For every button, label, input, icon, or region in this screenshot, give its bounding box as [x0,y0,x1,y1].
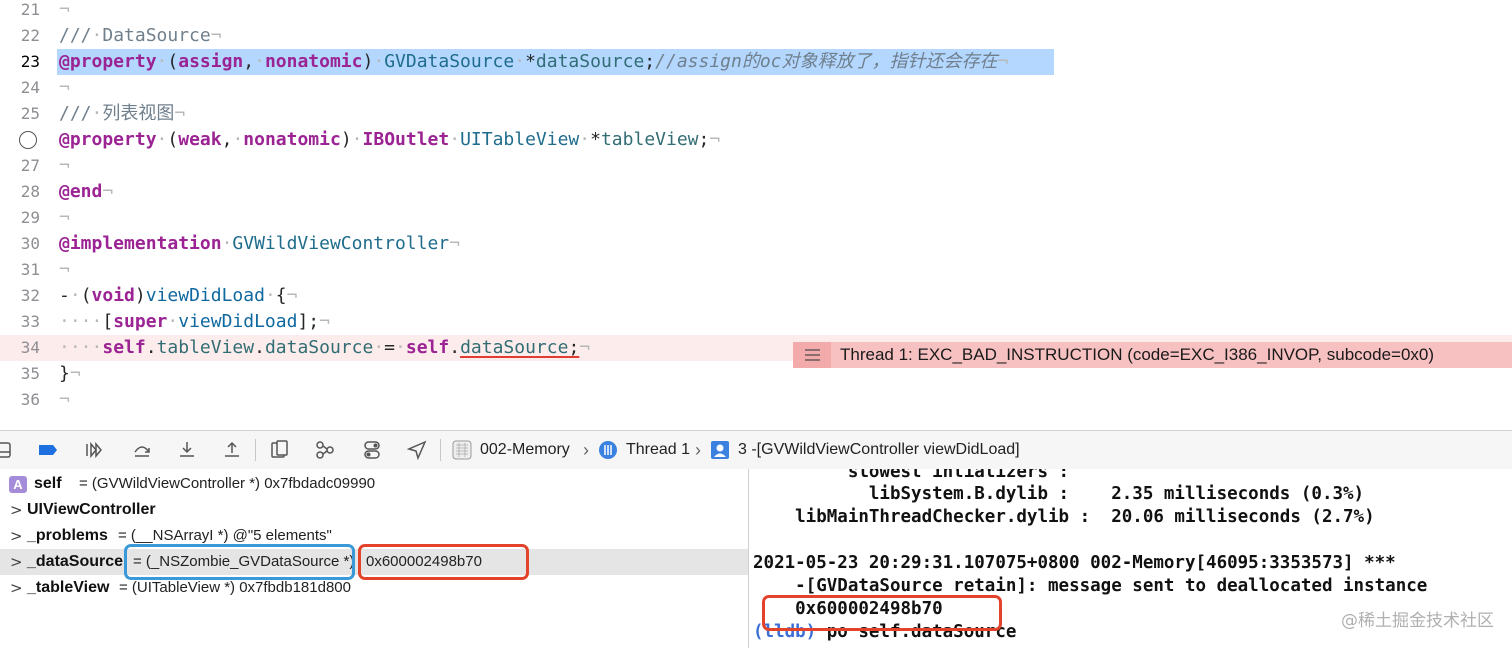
step-into-icon[interactable] [177,440,197,460]
code-text: ¬ [59,155,70,176]
code-line[interactable]: 23 @property·(assign,·nonatomic)·GVDataSo… [0,49,1512,75]
scheme-app-icon [452,440,472,460]
stack-frame-name[interactable]: 3 -[GVWildViewController viewDidLoad] [738,431,1020,469]
hide-panel-icon[interactable] [0,440,14,460]
annotation-red-box [762,595,1002,631]
breakpoint-toggle-icon[interactable] [38,440,58,460]
code-line[interactable]: 22 ///·DataSource¬ [0,23,1512,49]
variable-value: = (UITableView *) 0x7fbdb181d800 [119,579,351,596]
code-text: ¬ [59,0,70,20]
code-text: ¬ [59,77,70,98]
step-over-icon[interactable] [132,440,152,460]
code-text: @implementation·GVWildViewController¬ [59,233,460,254]
variables-view[interactable]: A self = (GVWildViewController *) 0x7fbd… [0,469,748,648]
disclosure-chevron-icon[interactable]: > [10,523,23,549]
variable-name: _dataSource [27,553,124,570]
toolbar-separator [255,439,256,461]
breadcrumb-chevron-icon: › [583,440,589,460]
line-number[interactable]: 24 [0,75,40,101]
line-number[interactable]: 30 [0,231,40,257]
line-number[interactable]: 29 [0,205,40,231]
error-annotation[interactable]: Thread 1: EXC_BAD_INSTRUCTION (code=EXC_… [793,342,1512,368]
line-number[interactable]: 32 [0,283,40,309]
code-text: ///·DataSource¬ [59,25,222,46]
disclosure-chevron-icon[interactable]: > [10,549,23,575]
line-number[interactable]: 33 [0,309,40,335]
variable-row-self[interactable]: A self = (GVWildViewController *) 0x7fbd… [0,471,748,497]
outlet-connection-icon[interactable] [19,131,37,149]
code-line[interactable]: 27 ¬ [0,153,1512,179]
line-number[interactable]: 21 [0,0,40,23]
console-line: libMainThreadChecker.dylib : 20.06 milli… [753,507,1375,527]
variable-row-tableview[interactable]: > _tableView = (UITableView *) 0x7fbdb18… [0,575,748,601]
error-message: Thread 1: EXC_BAD_INSTRUCTION (code=EXC_… [840,345,1435,364]
code-line[interactable]: 32 -·(void)viewDidLoad·{¬ [0,283,1512,309]
code-line[interactable]: @property·(weak,·nonatomic)·IBOutlet·UIT… [0,127,1512,153]
code-text: ¬ [59,207,70,228]
memory-graph-icon[interactable] [315,440,335,460]
code-text: -·(void)viewDidLoad·{¬ [59,285,298,306]
watermark: @稀土掘金技术社区 [1341,611,1494,631]
step-out-icon[interactable] [222,440,242,460]
console-line: slowest intializers : [753,469,1070,482]
code-line[interactable]: 25 ///·列表视图¬ [0,101,1512,127]
scheme-name[interactable]: 002-Memory [480,431,570,469]
disclosure-chevron-icon[interactable]: > [10,575,23,601]
error-list-icon[interactable] [793,342,831,368]
code-text: ····[super·viewDidLoad];¬ [59,311,330,332]
code-line[interactable]: 30 @implementation·GVWildViewController¬ [0,231,1512,257]
code-line[interactable]: 33 ····[super·viewDidLoad];¬ [0,309,1512,335]
variable-row-uiviewcontroller[interactable]: > UIViewController [0,497,748,523]
code-line[interactable]: 21 ¬ [0,0,1512,23]
disclosure-chevron-icon[interactable]: > [10,497,23,523]
variable-name: self [34,475,62,492]
line-number[interactable]: 22 [0,23,40,49]
code-text: ¬ [59,389,70,410]
line-number[interactable]: 25 [0,101,40,127]
code-line[interactable]: 36 ¬ [0,387,1512,413]
line-number[interactable]: 27 [0,153,40,179]
code-line[interactable]: 28 @end¬ [0,179,1512,205]
code-text: ¬ [59,259,70,280]
console-line: libSystem.B.dylib : 2.35 milliseconds (0… [753,484,1365,504]
variable-name: _problems [27,527,108,544]
breadcrumb-chevron-icon: › [695,440,701,460]
line-number[interactable]: 36 [0,387,40,413]
line-number[interactable]: 34 [0,335,40,361]
code-text: }¬ [59,363,81,384]
thread-name[interactable]: Thread 1 [626,431,690,469]
code-line[interactable]: 24 ¬ [0,75,1512,101]
line-number[interactable]: 31 [0,257,40,283]
thread-icon [598,440,618,460]
code-text: ····self.tableView.dataSource·=·self.dat… [59,337,591,358]
code-text: ///·列表视图¬ [59,103,186,124]
view-hierarchy-icon[interactable] [270,440,290,460]
code-line[interactable]: 31 ¬ [0,257,1512,283]
debug-toolbar: 002-Memory › Thread 1 › 3 -[GVWildViewCo… [0,430,1512,470]
variable-name: _tableView [27,579,110,596]
variable-value: = (GVWildViewController *) 0x7fbdadc0999… [79,475,376,492]
location-icon[interactable] [406,440,427,461]
continue-icon[interactable] [84,440,104,460]
toolbar-separator [440,439,441,461]
code-text: @property·(weak,·nonatomic)·IBOutlet·UIT… [59,129,721,150]
environment-overrides-icon[interactable] [362,440,382,460]
code-text: @end¬ [59,181,114,202]
argument-badge-icon: A [9,476,27,493]
code-text: @property·(assign,·nonatomic)·GVDataSour… [59,51,1009,72]
code-line[interactable]: 29 ¬ [0,205,1512,231]
variable-name: UIViewController [27,501,156,518]
line-number[interactable]: 28 [0,179,40,205]
line-number[interactable]: 23 [0,49,40,75]
console-line: 2021-05-23 20:29:31.107075+0800 002-Memo… [753,553,1396,573]
line-number[interactable]: 35 [0,361,40,387]
stack-frame-icon [710,440,730,460]
